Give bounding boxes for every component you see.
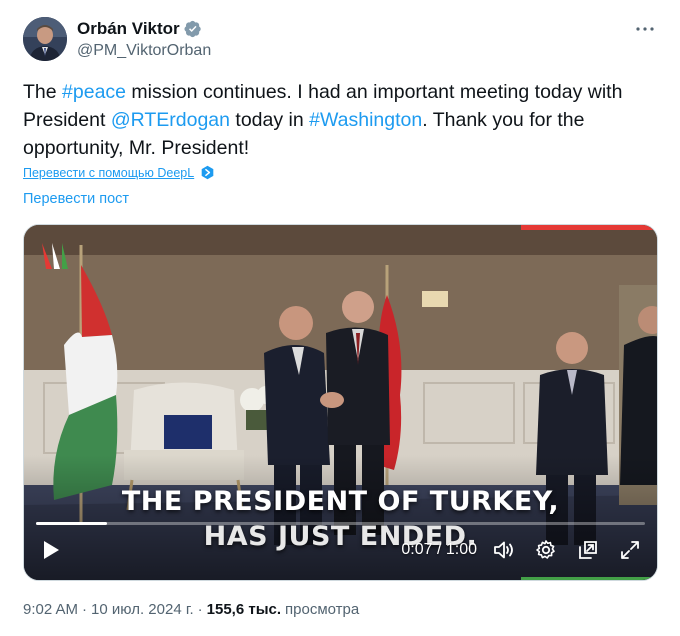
mention-erdogan-link[interactable]: @RTErdogan <box>111 109 230 131</box>
tweet-meta: 9:02 AM · 10 июл. 2024 г. · 155,6 тыс. п… <box>23 601 359 618</box>
hashtag-peace-link[interactable]: #peace <box>62 81 126 103</box>
translate-post-link[interactable]: Перевести пост <box>23 191 129 207</box>
volume-button[interactable] <box>491 537 517 563</box>
author-block: Orbán Viktor @PM_ViktorOrban <box>77 18 211 60</box>
avatar-image <box>23 17 67 61</box>
video-right-controls <box>491 537 643 563</box>
play-button[interactable] <box>38 537 64 563</box>
name-row: Orbán Viktor <box>77 18 211 40</box>
tweet-text-part: today in <box>229 109 310 131</box>
tweet-text: The #peace mission continues. I had an i… <box>23 78 663 162</box>
translate-deepl-link[interactable]: Перевести с помощью DeepL <box>23 165 215 180</box>
pip-icon <box>579 541 597 559</box>
play-icon <box>44 541 59 559</box>
display-name[interactable]: Orbán Viktor <box>77 19 180 39</box>
tweet-date[interactable]: 10 июл. 2024 г. <box>91 601 194 618</box>
tweet-text-part: The <box>23 81 63 103</box>
views-label: просмотра <box>285 601 360 618</box>
more-options-button[interactable] <box>634 18 656 40</box>
meta-separator: · <box>82 601 88 618</box>
volume-icon <box>494 541 513 559</box>
handle[interactable]: @PM_ViktorOrban <box>77 42 211 60</box>
fullscreen-icon <box>621 541 639 559</box>
verified-badge-icon[interactable] <box>184 20 202 38</box>
video-player[interactable]: THE PRESIDENT OF TURKEY, HAS JUST ENDED.… <box>23 224 658 581</box>
views-count: 155,6 тыс. <box>206 601 282 618</box>
avatar[interactable] <box>23 17 67 61</box>
tweet-time[interactable]: 9:02 AM <box>23 601 78 618</box>
picture-in-picture-button[interactable] <box>575 537 601 563</box>
meta-separator: · <box>197 601 203 618</box>
fullscreen-button[interactable] <box>617 537 643 563</box>
settings-icon <box>536 540 555 559</box>
hashtag-washington-link[interactable]: #Washington <box>309 109 422 131</box>
video-progress-bar[interactable] <box>36 522 645 525</box>
more-dots-icon <box>636 27 654 31</box>
translate-deepl-label: Перевести с помощью DeepL <box>23 165 195 180</box>
video-caption-line-1: THE PRESIDENT OF TURKEY, <box>121 486 560 517</box>
settings-button[interactable] <box>533 537 559 563</box>
deepl-icon <box>201 165 214 180</box>
video-controls: 0:07 / 1:00 <box>24 530 657 570</box>
video-time: 0:07 / 1:00 <box>401 541 477 558</box>
video-progress-fill <box>36 522 108 525</box>
